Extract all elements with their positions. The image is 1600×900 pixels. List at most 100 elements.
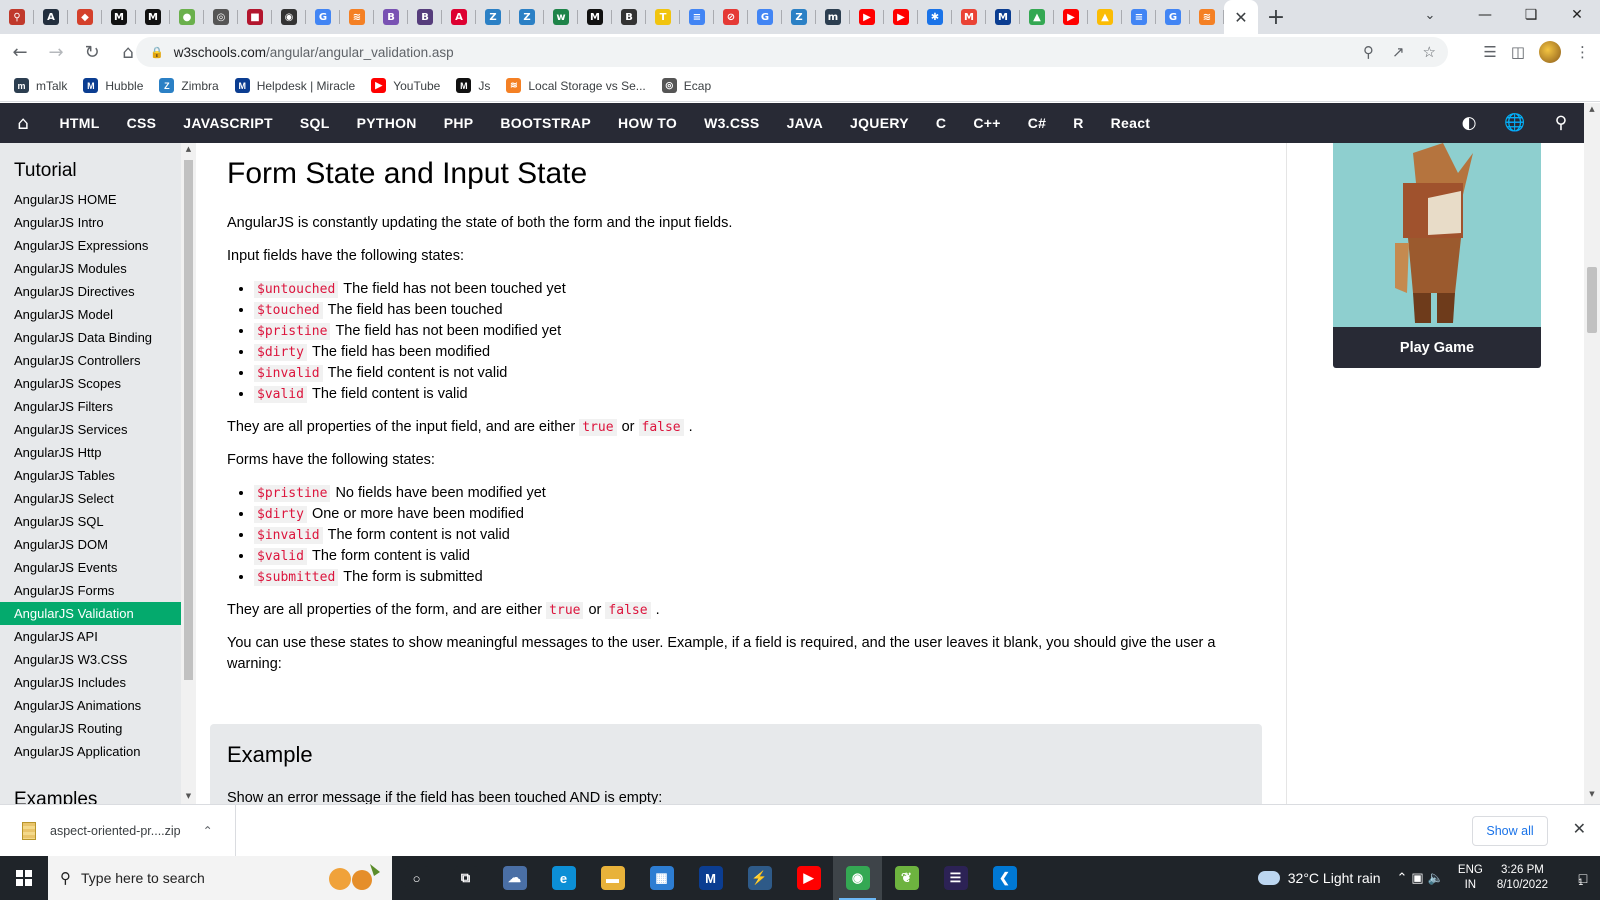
sidebar-item[interactable]: AngularJS Intro (0, 211, 181, 234)
nav-link-how-to[interactable]: HOW TO (604, 115, 690, 131)
page-scroll-thumb[interactable] (1587, 267, 1597, 333)
bookmark-item[interactable]: M Js (456, 78, 490, 93)
browser-tab[interactable]: A (442, 0, 476, 34)
clock[interactable]: 3:26 PM 8/10/2022 (1497, 863, 1548, 893)
browser-tab[interactable]: w (544, 0, 578, 34)
scroll-up-arrow-icon[interactable]: ▲ (181, 145, 196, 157)
nav-link-css[interactable]: CSS (113, 115, 170, 131)
sidebar-item[interactable]: AngularJS Animations (0, 694, 181, 717)
browser-tab[interactable]: Z (782, 0, 816, 34)
browser-tab[interactable]: M (986, 0, 1020, 34)
zoom-icon[interactable]: ⚲ (1363, 43, 1374, 61)
profile-avatar[interactable] (1539, 41, 1561, 63)
browser-tab[interactable]: M (136, 0, 170, 34)
sidebar-item[interactable]: AngularJS Scopes (0, 372, 181, 395)
nav-link-w3-css[interactable]: W3.CSS (691, 115, 773, 131)
browser-tab[interactable]: B (408, 0, 442, 34)
browser-tab[interactable]: ≋ (340, 0, 374, 34)
forward-arrow-icon[interactable]: → (40, 36, 72, 68)
nav-link-c[interactable]: C (922, 115, 959, 131)
home-icon[interactable]: ⌂ (0, 103, 46, 143)
browser-tab[interactable]: m (816, 0, 850, 34)
browser-tab[interactable]: B (374, 0, 408, 34)
download-item[interactable]: aspect-oriented-pr....zip ⌃ (0, 805, 236, 857)
sidebar-item[interactable]: AngularJS Filters (0, 395, 181, 418)
back-arrow-icon[interactable]: ← (4, 36, 36, 68)
browser-tab[interactable]: Z (476, 0, 510, 34)
nav-link-javascript[interactable]: JAVASCRIPT (170, 115, 287, 131)
network-icon[interactable]: ▣ (1411, 870, 1427, 885)
contrast-icon[interactable]: ◐ (1446, 113, 1492, 133)
sidebar-item[interactable]: AngularJS Validation (0, 602, 181, 625)
bookmark-item[interactable]: M Helpdesk | Miracle (234, 78, 355, 93)
new-tab-plus-icon[interactable]: + (1258, 0, 1294, 34)
reload-icon[interactable]: ↻ (76, 36, 108, 68)
bookmark-item[interactable]: ◎ Ecap (661, 78, 711, 93)
browser-tab[interactable]: ✱ (918, 0, 952, 34)
tab-search-chevron-icon[interactable]: ⌄ (1410, 0, 1450, 30)
browser-tab[interactable]: G (306, 0, 340, 34)
browser-tab[interactable]: Z (510, 0, 544, 34)
sidebar-item[interactable]: AngularJS Application (0, 740, 181, 763)
nav-link-c-[interactable]: C++ (960, 115, 1014, 131)
browser-tab[interactable]: M (102, 0, 136, 34)
sidebar-item[interactable]: AngularJS Http (0, 441, 181, 464)
tray-icons[interactable]: ⌃▣🔈 (1397, 870, 1448, 886)
start-button[interactable] (0, 856, 48, 900)
nav-link-jquery[interactable]: JQUERY (837, 115, 923, 131)
bookmark-item[interactable]: M Hubble (83, 78, 143, 93)
url-text[interactable]: w3schools.com/angular/angular_validation… (174, 45, 454, 60)
address-bar[interactable]: 🔒 w3schools.com/angular/angular_validati… (136, 37, 1448, 67)
browser-tab[interactable]: ▶ (850, 0, 884, 34)
sidebar-item[interactable]: AngularJS API (0, 625, 181, 648)
sidebar-item[interactable]: AngularJS DOM (0, 533, 181, 556)
nav-link-r[interactable]: R (1060, 115, 1097, 131)
browser-tab[interactable]: ■ (238, 0, 272, 34)
reading-list-icon[interactable]: ☰ (1483, 43, 1496, 61)
bookmark-item[interactable]: ▶ YouTube (371, 78, 440, 93)
sidebar-item[interactable]: AngularJS Controllers (0, 349, 181, 372)
sidebar-item[interactable]: AngularJS Tables (0, 464, 181, 487)
show-all-button[interactable]: Show all (1472, 816, 1548, 846)
sidebar-item[interactable]: AngularJS Routing (0, 717, 181, 740)
browser-tab[interactable]: T (646, 0, 680, 34)
close-window-icon[interactable]: ✕ (1554, 0, 1600, 30)
sidebar-item[interactable]: AngularJS Data Binding (0, 326, 181, 349)
sidebar-item[interactable]: AngularJS Modules (0, 257, 181, 280)
taskbar-app[interactable]: ▶ (784, 856, 833, 900)
chevron-up-icon[interactable]: ⌃ (203, 824, 213, 838)
taskbar-app[interactable]: M (686, 856, 735, 900)
browser-tab[interactable]: ▲ (1088, 0, 1122, 34)
game-ad-image[interactable] (1333, 143, 1541, 327)
bookmark-item[interactable]: m mTalk (14, 78, 67, 93)
browser-tab[interactable]: ≋ (1190, 0, 1224, 34)
taskbar-app[interactable]: ⚡ (735, 856, 784, 900)
nav-link-html[interactable]: HTML (46, 115, 113, 131)
scroll-up-arrow-icon[interactable]: ▲ (1584, 105, 1600, 117)
search-icon[interactable]: ⚲ (1538, 113, 1584, 133)
sidebar-item[interactable]: AngularJS SQL (0, 510, 181, 533)
browser-tab[interactable]: ⚲ (0, 0, 34, 34)
sidebar-item[interactable]: AngularJS Model (0, 303, 181, 326)
nav-link-java[interactable]: JAVA (773, 115, 836, 131)
active-tab-close-icon[interactable]: ✕ (1224, 0, 1258, 34)
globe-icon[interactable]: 🌐 (1492, 113, 1538, 133)
sidebar-item[interactable]: AngularJS Events (0, 556, 181, 579)
nav-link-php[interactable]: PHP (430, 115, 487, 131)
scroll-down-arrow-icon[interactable]: ▼ (1584, 790, 1600, 802)
taskbar-app[interactable]: e (539, 856, 588, 900)
side-panel-icon[interactable]: ◫ (1511, 43, 1525, 61)
browser-tab[interactable]: B (612, 0, 646, 34)
bookmark-item[interactable]: Z Zimbra (159, 78, 219, 93)
volume-icon[interactable]: 🔈 (1428, 870, 1448, 885)
restore-icon[interactable]: ❏ (1508, 0, 1554, 30)
browser-tab[interactable]: ▶ (1054, 0, 1088, 34)
chevron-up-icon[interactable]: ⌃ (1397, 870, 1412, 885)
browser-tab[interactable]: M (578, 0, 612, 34)
minimize-icon[interactable]: — (1462, 0, 1508, 30)
taskbar-app[interactable]: ⧉ (441, 856, 490, 900)
sidebar-item[interactable]: AngularJS Directives (0, 280, 181, 303)
sidebar-item[interactable]: AngularJS Services (0, 418, 181, 441)
taskbar-app[interactable]: ▦ (637, 856, 686, 900)
browser-tab[interactable]: ◆ (68, 0, 102, 34)
